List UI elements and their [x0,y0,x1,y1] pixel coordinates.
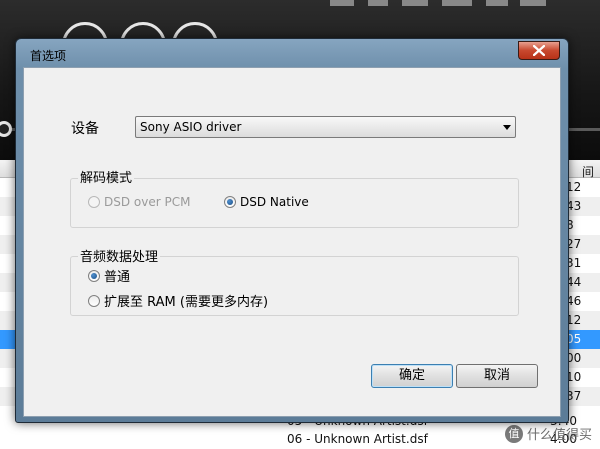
radio-button [88,269,100,282]
top-menu-item[interactable] [330,0,354,6]
top-menu-item[interactable] [442,0,472,6]
device-select-value: Sony ASIO driver [140,120,242,134]
ok-button[interactable]: 确定 [371,364,453,388]
radio-label: 普通 [104,270,131,285]
track-title: 06 - Unknown Artist.dsf [287,432,428,446]
cancel-button[interactable]: 取消 [456,364,538,388]
preferences-dialog: 首选项 设备 Sony ASIO driver 解码模式 DSD over PC… [15,38,569,423]
radio-extend-to-ram[interactable]: 扩展至 RAM (需要更多内存) [88,291,268,310]
top-menu-item[interactable] [486,0,508,6]
chevron-down-icon [503,125,511,130]
dialog-title: 首选项 [30,49,67,63]
radio-normal[interactable]: 普通 [88,266,130,285]
decode-mode-title: 解码模式 [78,167,135,186]
audio-processing-title: 音频数据处理 [78,246,161,265]
radio-button [88,294,100,307]
device-select[interactable]: Sony ASIO driver [135,116,516,138]
watermark-text: 什么值得买 [526,428,592,443]
radio-button [88,196,100,208]
dialog-titlebar[interactable]: 首选项 [16,39,568,67]
radio-dsd-native[interactable]: DSD Native [224,195,309,209]
watermark-logo-icon: 值 [504,424,523,443]
close-icon [533,45,545,56]
close-button[interactable] [518,41,560,60]
radio-label: DSD Native [240,195,309,209]
device-label: 设备 [71,121,99,137]
radio-dsd-over-pcm[interactable]: DSD over PCM [88,195,190,209]
radio-button [224,196,236,208]
top-menu-item[interactable] [520,0,546,6]
watermark: 值 什么值得买 [504,424,592,443]
top-menu-item[interactable] [402,0,428,6]
top-menu-item[interactable] [368,0,388,6]
radio-label: 扩展至 RAM (需要更多内存) [104,295,269,310]
radio-label: DSD over PCM [104,195,191,209]
dialog-body: 设备 Sony ASIO driver 解码模式 DSD over PCM DS… [23,67,561,417]
